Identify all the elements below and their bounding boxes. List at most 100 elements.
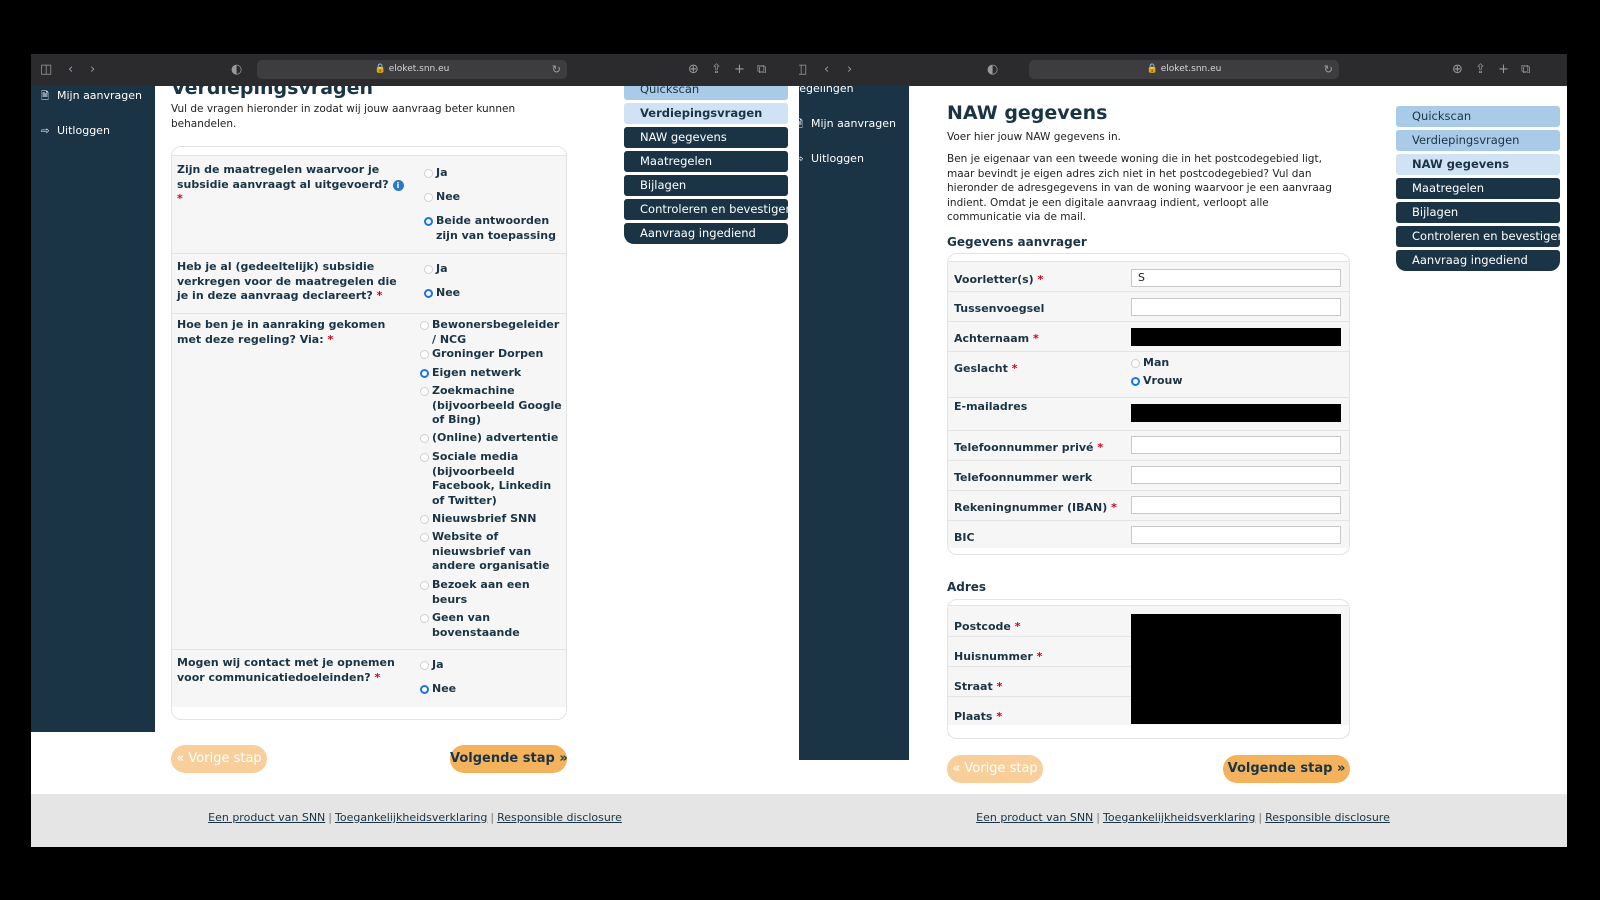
radio-option[interactable]: Bewonersbegeleider / NCG — [420, 318, 566, 347]
step-aanvraag-ingediend[interactable]: Aanvraag ingediend — [1396, 250, 1560, 271]
radio-button-selected[interactable] — [424, 289, 433, 298]
step-bijlagen[interactable]: Bijlagen — [1396, 202, 1560, 223]
radio-option[interactable]: Groninger Dorpen — [420, 347, 566, 362]
back-icon[interactable]: ‹ — [824, 62, 829, 78]
forward-icon[interactable]: › — [847, 62, 852, 78]
radio-button[interactable] — [420, 434, 429, 443]
radio-option[interactable]: Nee — [424, 190, 562, 205]
step-verdiepingsvragen[interactable]: Verdiepingsvragen — [1396, 130, 1560, 151]
radio-button[interactable] — [420, 614, 429, 623]
radio-option[interactable]: Ja — [420, 658, 560, 673]
radio-button[interactable] — [420, 350, 429, 359]
previous-step-button[interactable]: « Vorige stap — [171, 745, 267, 773]
footer-link-accessibility[interactable]: Toegankelijkheidsverklaring — [1103, 811, 1255, 824]
reload-icon[interactable]: ↻ — [552, 60, 561, 79]
radio-button-selected[interactable] — [420, 685, 429, 694]
step-quickscan[interactable]: Quickscan — [1396, 106, 1560, 127]
step-aanvraag-ingediend[interactable]: Aanvraag ingediend — [624, 223, 788, 244]
info-icon[interactable]: i — [392, 179, 404, 191]
radio-button-selected[interactable] — [420, 369, 429, 378]
step-maatregelen[interactable]: Maatregelen — [1396, 178, 1560, 199]
share-icon[interactable]: ⇪ — [1475, 62, 1486, 78]
bic-input[interactable] — [1131, 526, 1341, 544]
sidebar: regelingen 🗎 Mijn aanvragen ⇨ Uitloggen — [799, 86, 909, 760]
initials-input[interactable]: S — [1131, 269, 1341, 287]
sidebar-toggle-icon[interactable]: ◫ — [799, 62, 807, 78]
download-icon[interactable]: ⊕ — [688, 62, 699, 78]
radio-button-selected[interactable] — [1131, 377, 1140, 386]
phone-work-input[interactable] — [1131, 466, 1341, 484]
step-quickscan[interactable]: Quickscan — [624, 86, 788, 100]
footer-link-disclosure[interactable]: Responsible disclosure — [497, 811, 622, 824]
privacy-shield-icon[interactable]: ◐ — [987, 62, 998, 78]
back-icon[interactable]: ‹ — [68, 62, 73, 78]
radio-button[interactable] — [420, 581, 429, 590]
radio-option[interactable]: Zoekmachine (bijvoorbeeld Google of Bing… — [420, 384, 566, 428]
reload-icon[interactable]: ↻ — [1324, 60, 1333, 79]
sidebar-item-uitloggen[interactable]: ⇨ Uitloggen — [41, 124, 110, 139]
radio-option[interactable]: Bezoek aan een beurs — [420, 578, 566, 607]
radio-option-man[interactable]: Man — [1131, 356, 1251, 371]
radio-option[interactable]: Ja — [424, 166, 562, 181]
new-tab-icon[interactable]: + — [1498, 62, 1509, 78]
lastname-input-redacted[interactable] — [1131, 328, 1341, 346]
step-verdiepingsvragen[interactable]: Verdiepingsvragen — [624, 103, 788, 124]
tab-overview-icon[interactable]: ⧉ — [1521, 62, 1530, 78]
radio-button[interactable] — [420, 515, 429, 524]
footer-link-disclosure[interactable]: Responsible disclosure — [1265, 811, 1390, 824]
form-row: Rekeningnummer (IBAN) * — [948, 490, 1349, 520]
radio-button[interactable] — [420, 533, 429, 542]
email-input-redacted[interactable] — [1131, 404, 1341, 422]
iban-input[interactable] — [1131, 496, 1341, 514]
radio-option[interactable]: Beide antwoorden zijn van toepassing — [424, 214, 562, 243]
radio-option[interactable]: Sociale media (bijvoorbeeld Facebook, Li… — [420, 450, 566, 508]
radio-button[interactable] — [1131, 359, 1140, 368]
download-icon[interactable]: ⊕ — [1452, 62, 1463, 78]
address-bar[interactable]: 🔒 eloket.snn.eu ↻ — [1029, 60, 1339, 79]
radio-option[interactable]: Ja — [424, 262, 562, 277]
step-controleren[interactable]: Controleren en bevestigen — [1396, 226, 1565, 247]
radio-option[interactable]: Nieuwsbrief SNN — [420, 512, 566, 527]
radio-button[interactable] — [424, 169, 433, 178]
address-bar[interactable]: 🔒 eloket.snn.eu ↻ — [257, 60, 567, 79]
step-controleren[interactable]: Controleren en bevestigen — [624, 199, 793, 220]
footer-link-snn[interactable]: Een product van SNN — [208, 811, 325, 824]
address-inputs-redacted[interactable] — [1131, 614, 1341, 724]
radio-option[interactable]: Eigen netwerk — [420, 366, 566, 381]
next-step-button[interactable]: Volgende stap » — [1223, 755, 1350, 783]
new-tab-icon[interactable]: + — [734, 62, 745, 78]
radio-option-vrouw[interactable]: Vrouw — [1131, 374, 1251, 389]
step-naw-gegevens[interactable]: NAW gegevens — [1396, 154, 1560, 175]
question-row: Mogen wij contact met je opnemen voor co… — [172, 649, 566, 707]
sidebar-item-regelingen[interactable]: regelingen — [799, 86, 854, 96]
radio-button[interactable] — [420, 661, 429, 670]
footer-link-accessibility[interactable]: Toegankelijkheidsverklaring — [335, 811, 487, 824]
sidebar-item-mijn-aanvragen[interactable]: 🗎 Mijn aanvragen — [41, 89, 142, 104]
radio-button[interactable] — [420, 453, 429, 462]
radio-button[interactable] — [424, 193, 433, 202]
step-bijlagen[interactable]: Bijlagen — [624, 175, 788, 196]
sidebar-item-mijn-aanvragen[interactable]: 🗎 Mijn aanvragen — [799, 117, 896, 132]
prefix-input[interactable] — [1131, 298, 1341, 316]
sidebar-item-uitloggen[interactable]: ⇨ Uitloggen — [799, 152, 864, 167]
tab-overview-icon[interactable]: ⧉ — [757, 62, 766, 78]
radio-button[interactable] — [424, 265, 433, 274]
next-step-button[interactable]: Volgende stap » — [450, 745, 568, 773]
radio-option[interactable]: Nee — [420, 682, 560, 697]
phone-private-input[interactable] — [1131, 436, 1341, 454]
radio-option[interactable]: Nee — [424, 286, 562, 301]
footer-link-snn[interactable]: Een product van SNN — [976, 811, 1093, 824]
radio-option[interactable]: Website of nieuwsbrief van andere organi… — [420, 530, 566, 574]
radio-option[interactable]: (Online) advertentie — [420, 431, 566, 446]
share-icon[interactable]: ⇪ — [711, 62, 722, 78]
privacy-shield-icon[interactable]: ◐ — [231, 62, 242, 78]
previous-step-button[interactable]: « Vorige stap — [947, 755, 1043, 783]
radio-button[interactable] — [420, 387, 429, 396]
sidebar-toggle-icon[interactable]: ◫ — [40, 62, 52, 78]
forward-icon[interactable]: › — [90, 62, 95, 78]
radio-option[interactable]: Geen van bovenstaande — [420, 611, 566, 640]
step-naw-gegevens[interactable]: NAW gegevens — [624, 127, 788, 148]
radio-button[interactable] — [420, 321, 429, 330]
radio-button-selected[interactable] — [424, 217, 433, 226]
step-maatregelen[interactable]: Maatregelen — [624, 151, 788, 172]
